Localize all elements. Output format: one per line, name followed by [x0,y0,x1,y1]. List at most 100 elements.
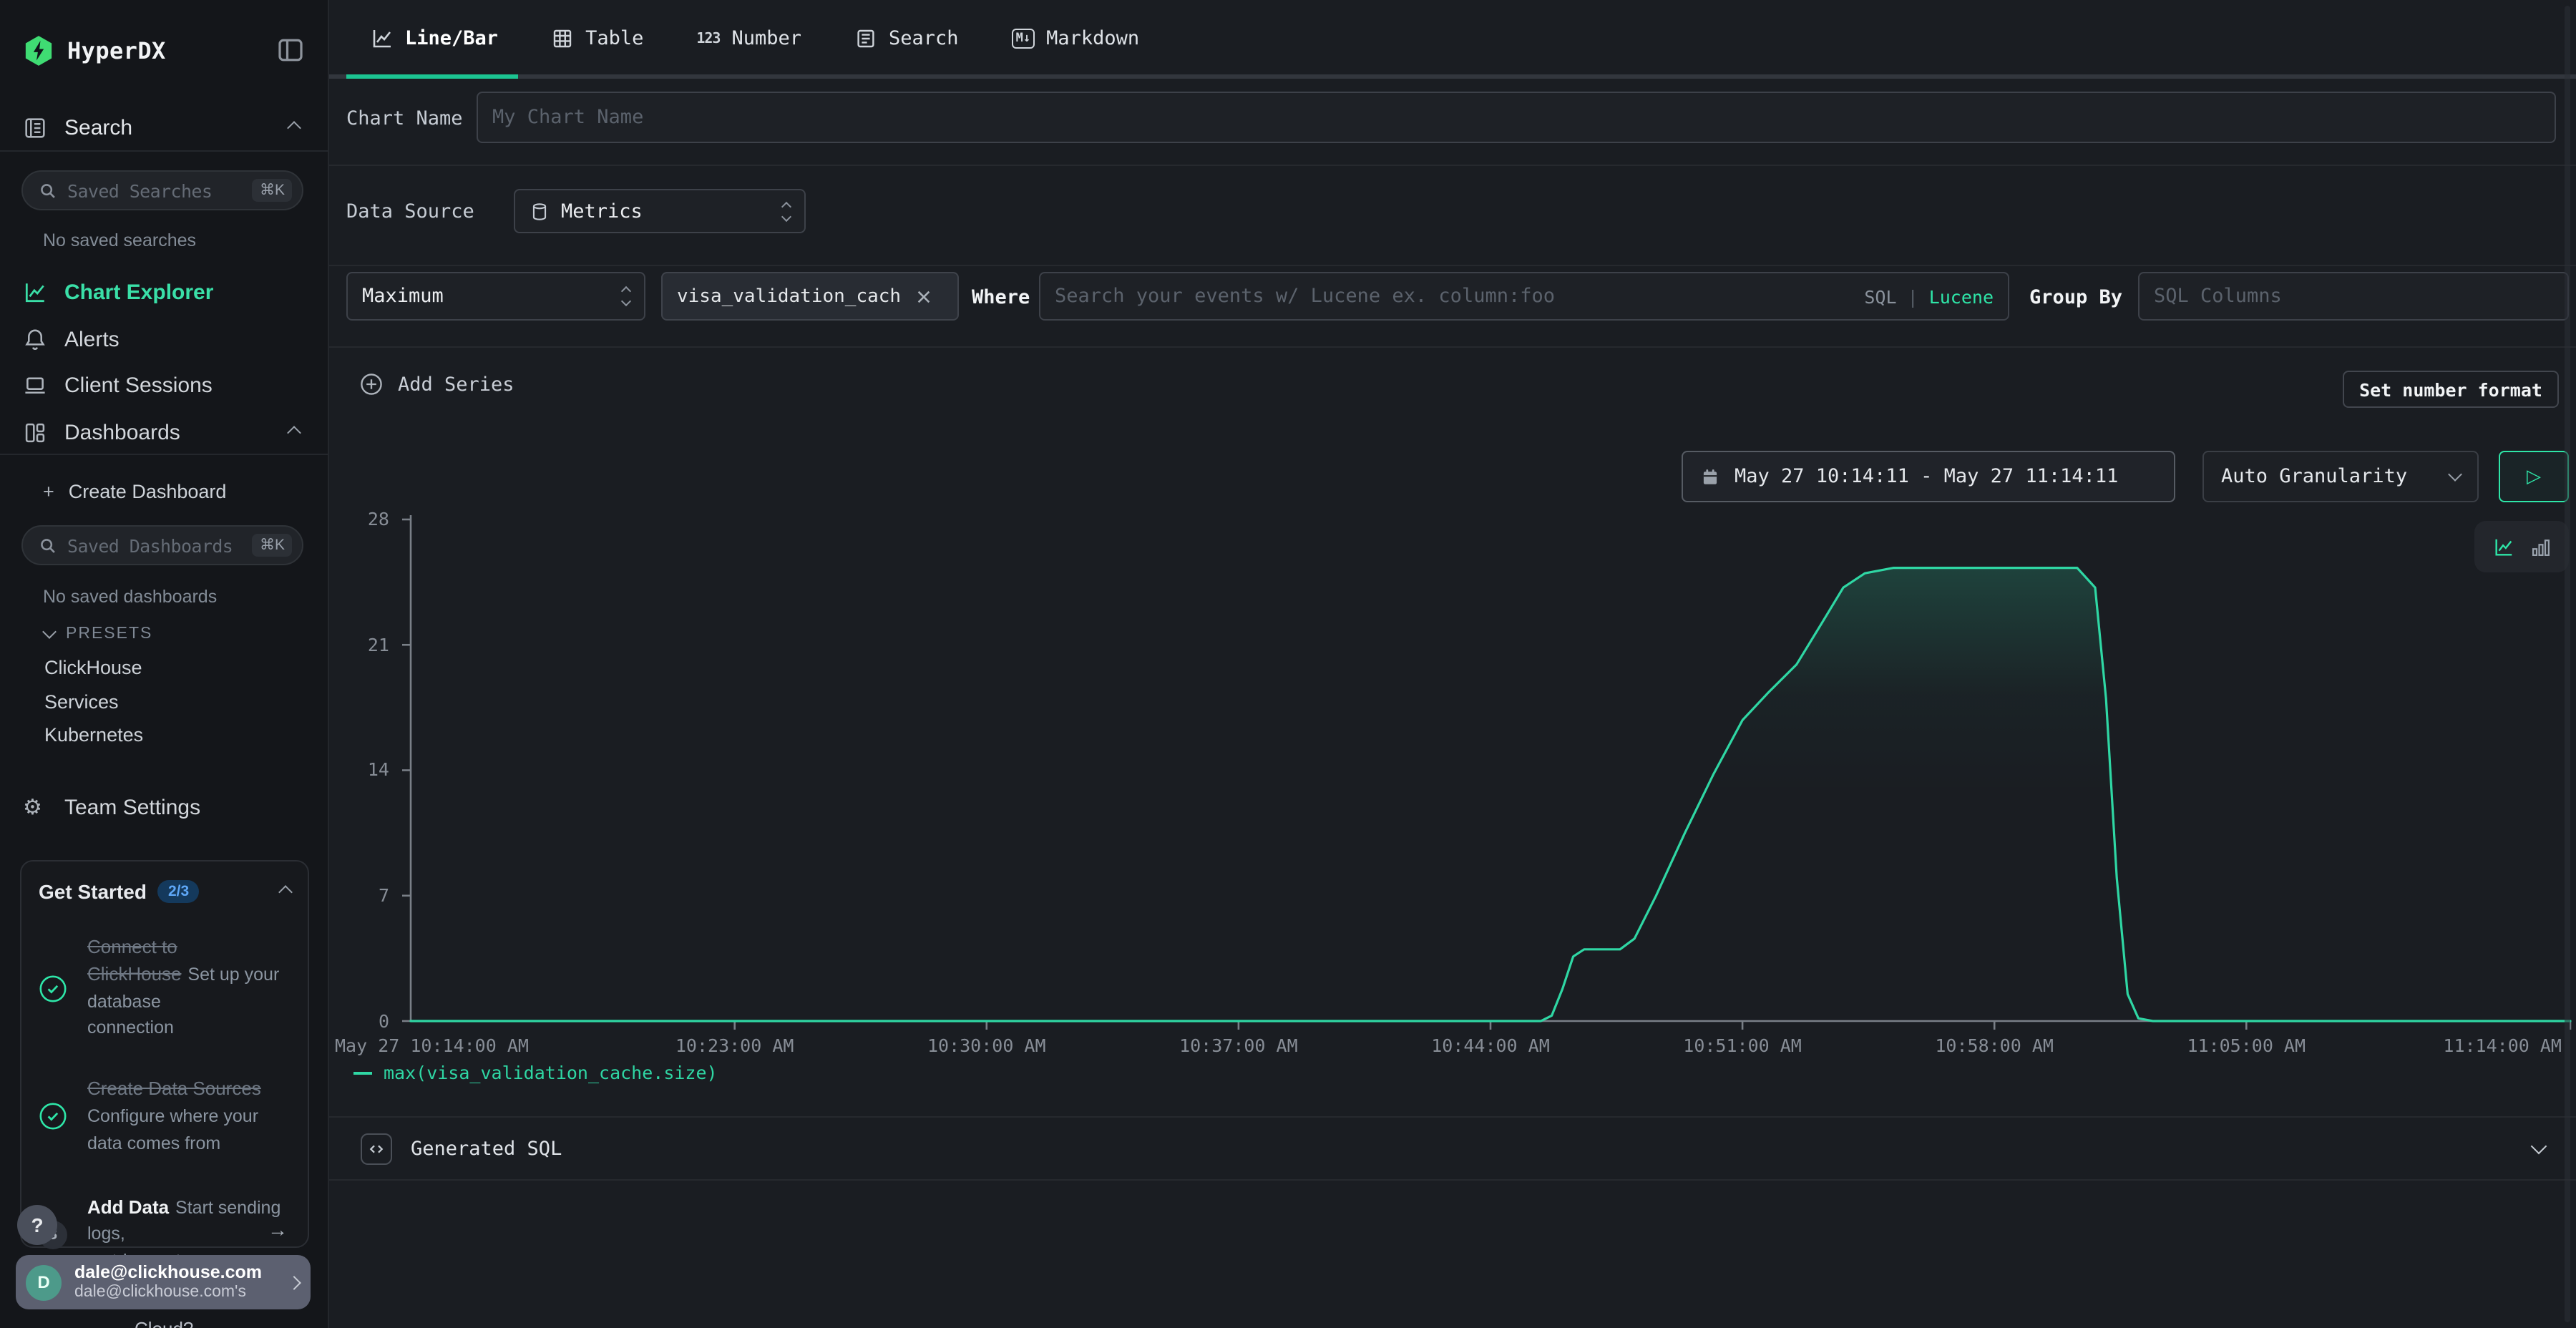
x-axis-label: 10:44:00 AM [1376,1034,1605,1055]
where-input[interactable] [1055,285,1853,308]
tab-number[interactable]: 123 Number [696,27,801,50]
sidebar-item-chart-explorer[interactable]: Chart Explorer [23,280,213,305]
x-axis-label: 10:30:00 AM [872,1034,1101,1055]
close-icon[interactable] [915,288,931,304]
chevron-down-icon [2531,1138,2547,1154]
chevron-up-icon[interactable] [278,884,293,899]
tab-label: Markdown [1046,27,1139,50]
metric-tag-chip[interactable]: visa_validation_cach [661,272,959,321]
brand-name: HyperDX [67,37,166,64]
sidebar-item-label: Alerts [64,328,119,352]
chevron-down-icon [42,625,57,639]
presets-label: PRESETS [66,625,152,643]
search-icon [39,181,57,200]
search-section-icon [23,116,47,140]
step-title-line: ClickHouse [87,963,182,985]
database-icon [530,201,550,221]
saved-searches-input[interactable]: Saved Searches ⌘K [21,170,303,210]
sidebar: HyperDX Search Saved Searches ⌘K No save… [0,0,329,1328]
date-range-picker[interactable]: May 27 10:14:11 - May 27 11:14:11 [1682,451,2175,502]
generated-sql-label: Generated SQL [411,1137,562,1160]
get-started-progress-badge: 2/3 [158,880,199,903]
collapse-sidebar-icon[interactable] [276,36,305,64]
granularity-value: Auto Granularity [2221,465,2407,488]
group-by-input[interactable] [2154,285,2553,308]
avatar: D [26,1264,62,1300]
create-dashboard-button[interactable]: + Create Dashboard [43,481,226,502]
preset-clickhouse[interactable]: ClickHouse [44,657,142,678]
help-button[interactable]: ? [17,1205,57,1245]
data-source-select[interactable]: Metrics [514,189,806,233]
group-by-label: Group By [2029,286,2122,309]
chart-name-input[interactable] [492,106,2540,129]
tab-markdown[interactable]: M↓ Markdown [1012,27,1140,50]
add-series-button[interactable]: Add Series [359,372,514,396]
search-icon [39,536,57,555]
sidebar-item-label: Team Settings [64,796,200,820]
sidebar-item-team-settings[interactable]: ⚙ Team Settings [23,796,200,820]
data-source-label: Data Source [346,200,474,223]
chevron-down-icon [2448,467,2462,482]
set-number-format-button[interactable]: Set number format [2343,371,2559,408]
sidebar-item-client-sessions[interactable]: Client Sessions [23,374,213,398]
view-tabbar: Line/Bar Table 123 Number Search [329,0,2576,82]
sidebar-section-search[interactable]: Search [23,116,132,140]
help-label: ? [31,1214,43,1236]
clipped-menu-text: Cloud? [135,1318,263,1328]
saved-dashboards-input[interactable]: Saved Dashboards ⌘K [21,525,303,565]
search-section-label: Search [64,116,132,140]
gear-icon: ⚙ [23,796,47,820]
user-email: dale@clickhouse.com [74,1262,276,1283]
sidebar-item-dashboards[interactable]: Dashboards [23,421,180,445]
select-updown-icon [783,202,790,220]
command-k-shortcut: ⌘K [253,534,292,557]
vertical-scrollbar[interactable] [2565,6,2570,1322]
sidebar-item-alerts[interactable]: Alerts [23,328,119,352]
step-title-line: Connect to [87,936,177,957]
aggregation-select[interactable]: Maximum [346,272,645,321]
brand[interactable]: HyperDX [23,34,166,67]
generated-sql-accordion[interactable]: Generated SQL [329,1118,2576,1179]
tab-search[interactable]: Search [854,27,959,50]
y-axis-label: 21 [341,633,389,655]
granularity-select[interactable]: Auto Granularity [2202,451,2479,502]
timeseries-chart[interactable] [399,509,2576,1042]
step-desc-line: data comes from [87,1133,220,1153]
chart-name-input-wrap [477,92,2556,143]
command-k-shortcut: ⌘K [253,179,292,202]
chart-line-icon [23,280,47,305]
run-query-button[interactable]: ▷ [2499,451,2569,502]
laptop-icon [23,374,47,398]
plus-circle-icon [359,372,384,396]
main-content: Line/Bar Table 123 Number Search [329,0,2576,1328]
bell-icon [23,328,47,352]
chevron-up-icon [287,121,301,135]
no-saved-dashboards-note: No saved dashboards [43,587,217,607]
query-language-toggle[interactable]: SQL | Lucene [1864,285,1994,307]
get-started-step-data-sources[interactable]: Create Data Sources Configure where your… [39,1076,291,1157]
chart-name-label: Chart Name [346,107,463,130]
get-started-title: Get Started [39,880,147,903]
tab-table[interactable]: Table [551,27,643,50]
code-brackets-icon [361,1133,392,1164]
step-desc-line: connection [87,1018,174,1038]
y-axis-label: 7 [341,884,389,906]
calendar-icon [1700,466,1720,487]
user-menu[interactable]: D dale@clickhouse.com dale@clickhouse.co… [16,1255,311,1309]
x-axis-label: May 27 10:14:00 AM [335,1034,592,1055]
preset-services[interactable]: Services [44,691,119,713]
check-circle-icon [39,974,67,1002]
data-source-value: Metrics [561,200,643,223]
hyperdx-logo-icon [23,34,54,67]
presets-toggle[interactable]: PRESETS [44,625,152,643]
tab-line-bar[interactable]: Line/Bar [371,27,498,50]
preset-kubernetes[interactable]: Kubernetes [44,724,143,746]
lucene-toggle: Lucene [1929,285,1994,307]
y-axis-label: 14 [341,759,389,781]
active-tab-underline [346,74,518,79]
get-started-step-connect[interactable]: Connect toClickHouse Set up your databas… [39,934,291,1042]
x-axis-label: 10:23:00 AM [620,1034,849,1055]
x-axis-label: 10:58:00 AM [1880,1034,2109,1055]
tab-label: Search [889,27,959,50]
group-by-input-wrap [2138,272,2569,321]
